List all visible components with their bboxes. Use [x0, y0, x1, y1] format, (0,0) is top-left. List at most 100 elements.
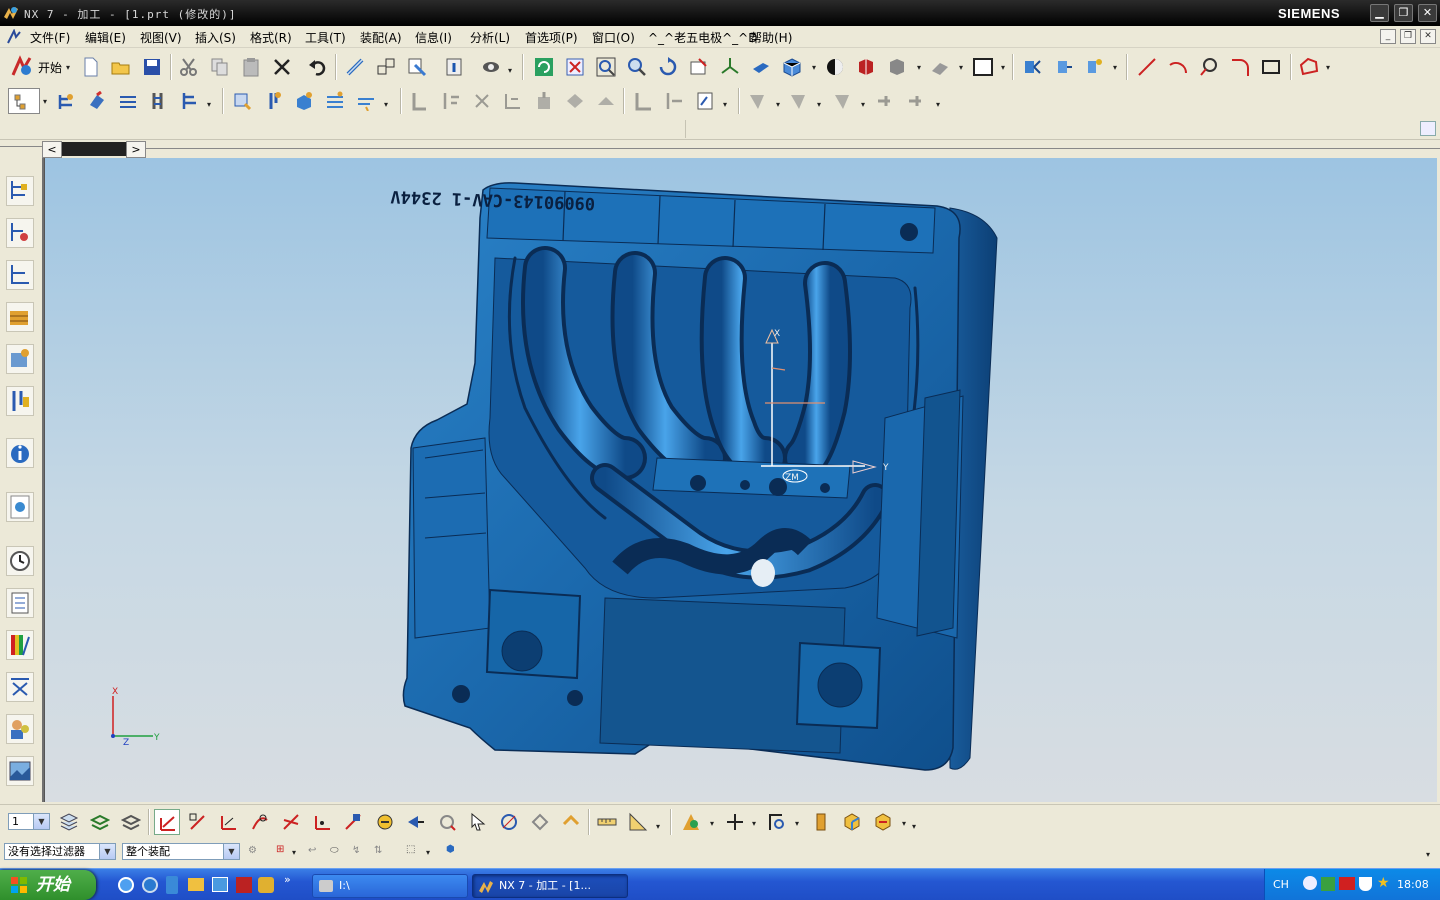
- menu-electrode-plugin[interactable]: ^_^老五电极^_^D: [648, 29, 757, 46]
- pan-icon[interactable]: [686, 54, 712, 80]
- move-object-icon[interactable]: [373, 54, 399, 80]
- history-tab[interactable]: [6, 546, 34, 576]
- constraint-navigator-tab[interactable]: [6, 218, 34, 248]
- edit-object-icon[interactable]: [404, 54, 430, 80]
- dropdown-icon[interactable]: ▾: [207, 100, 211, 109]
- point-on-face-snap-icon[interactable]: [340, 809, 366, 835]
- shaded-icon[interactable]: [853, 54, 879, 80]
- circle-tool-icon[interactable]: [1196, 54, 1222, 80]
- verify-toolpath-icon[interactable]: [469, 88, 495, 114]
- report-icon[interactable]: [692, 88, 718, 114]
- create-method-icon[interactable]: [291, 88, 317, 114]
- point-on-curve-snap-icon[interactable]: [309, 809, 335, 835]
- dropdown-icon[interactable]: ▾: [508, 66, 512, 75]
- toolpath-edit-icon[interactable]: [661, 88, 687, 114]
- end-point-snap-icon[interactable]: [185, 809, 211, 835]
- dropdown-icon[interactable]: ▾: [1426, 850, 1430, 859]
- select-icon[interactable]: [465, 809, 491, 835]
- dropdown-icon[interactable]: ▾: [1326, 63, 1330, 72]
- system-scene-tab[interactable]: [6, 756, 34, 786]
- assembly-navigator-tab[interactable]: [6, 176, 34, 206]
- select-object-icon[interactable]: ⬭: [330, 845, 339, 856]
- taskbar-item-nx[interactable]: NX 7 - 加工 - [1...: [472, 874, 628, 898]
- post-process-icon[interactable]: [531, 88, 557, 114]
- create-geometry-icon[interactable]: [260, 88, 286, 114]
- tool-navigator-tab[interactable]: [6, 386, 34, 416]
- method-view-icon[interactable]: [146, 88, 172, 114]
- feed-rate-icon[interactable]: [630, 88, 656, 114]
- arc-tool-icon[interactable]: [1165, 54, 1191, 80]
- snap-enable-button[interactable]: [154, 809, 180, 835]
- scroll-left-button[interactable]: <: [42, 141, 62, 158]
- dropdown-icon[interactable]: ▾: [912, 822, 916, 831]
- expand-panel-icon[interactable]: [1420, 121, 1436, 136]
- static-wireframe-icon[interactable]: [884, 54, 910, 80]
- point-constructor-icon[interactable]: [722, 809, 748, 835]
- open-button[interactable]: [108, 54, 134, 80]
- mid-point-snap-icon[interactable]: [216, 809, 242, 835]
- menu-file[interactable]: 文件(F): [30, 29, 70, 46]
- dropdown-icon[interactable]: ▾: [795, 819, 799, 828]
- scroll-right-button[interactable]: >: [126, 141, 146, 158]
- dropdown-icon[interactable]: ▾: [861, 100, 865, 109]
- assembly-navigator-icon[interactable]: [1019, 54, 1045, 80]
- section-view-icon[interactable]: [927, 54, 953, 80]
- menu-insert[interactable]: 插入(S): [195, 29, 236, 46]
- fillet-tool-icon[interactable]: [1227, 54, 1253, 80]
- browser-icon[interactable]: [142, 877, 158, 893]
- replace-component-icon[interactable]: [1081, 54, 1107, 80]
- menu-edit[interactable]: 编辑(E): [85, 29, 126, 46]
- camera-icon[interactable]: [748, 54, 774, 80]
- cut-button[interactable]: [176, 54, 202, 80]
- select-face-icon[interactable]: [496, 809, 522, 835]
- doc-minimize-button[interactable]: _: [1380, 29, 1396, 44]
- delete-button[interactable]: [269, 54, 295, 80]
- windows-explorer-icon[interactable]: [212, 877, 228, 892]
- intersection-snap-icon[interactable]: [278, 809, 304, 835]
- dropdown-icon[interactable]: ▾: [936, 100, 940, 109]
- information-tab[interactable]: [6, 438, 34, 468]
- filter-reset-icon[interactable]: ⚙: [248, 845, 257, 856]
- close-button[interactable]: ✕: [1418, 4, 1437, 22]
- existing-point-snap-icon[interactable]: [403, 809, 429, 835]
- tray-shield-icon[interactable]: [1359, 877, 1372, 891]
- output-cls-icon[interactable]: [593, 88, 619, 114]
- object-display-icon[interactable]: [830, 88, 856, 114]
- save-button[interactable]: [139, 54, 165, 80]
- create-tool-icon[interactable]: [229, 88, 255, 114]
- refresh-icon[interactable]: [531, 54, 557, 80]
- media-icon[interactable]: [236, 877, 252, 893]
- information-tool-icon[interactable]: [441, 54, 467, 80]
- select-edge-icon[interactable]: [558, 809, 584, 835]
- nx-quicklaunch-icon[interactable]: [258, 877, 274, 893]
- paste-button[interactable]: [238, 54, 264, 80]
- rotate-icon[interactable]: [655, 54, 681, 80]
- doc-close-button[interactable]: ✕: [1420, 29, 1436, 44]
- dropdown-icon[interactable]: ▾: [812, 63, 816, 72]
- view-options-icon[interactable]: [478, 54, 504, 80]
- operation-navigator-tab[interactable]: [6, 302, 34, 332]
- tray-arrow-icon[interactable]: [1303, 876, 1317, 890]
- dropdown-icon[interactable]: ▾: [656, 822, 660, 831]
- undo-button[interactable]: [305, 54, 331, 80]
- menu-window[interactable]: 窗口(O): [592, 29, 635, 46]
- dropdown-icon[interactable]: ▾: [384, 100, 388, 109]
- layer-settings-icon[interactable]: [56, 809, 82, 835]
- select-all-icon[interactable]: ⊞: [276, 844, 284, 855]
- object-edit-icon[interactable]: [786, 88, 812, 114]
- polygon-tool-icon[interactable]: [1296, 54, 1322, 80]
- tray-star-icon[interactable]: ★: [1377, 875, 1390, 891]
- list-toolpath-icon[interactable]: [438, 88, 464, 114]
- doc-restore-button[interactable]: ❐: [1400, 29, 1416, 44]
- program-order-view-icon[interactable]: [53, 88, 79, 114]
- background-icon[interactable]: [970, 54, 996, 80]
- dropdown-icon[interactable]: ▾: [710, 819, 714, 828]
- deselect-icon[interactable]: ↯: [352, 845, 360, 856]
- type-filter-select[interactable]: 没有选择过滤器 ▼: [4, 843, 116, 860]
- generate-toolpath-icon[interactable]: [353, 88, 379, 114]
- toolbar-cylinder-icon[interactable]: [808, 809, 834, 835]
- render-style-icon[interactable]: [822, 54, 848, 80]
- component-filter-icon[interactable]: ⬢: [446, 844, 455, 855]
- new-button[interactable]: [78, 54, 104, 80]
- fit-icon[interactable]: [562, 54, 588, 80]
